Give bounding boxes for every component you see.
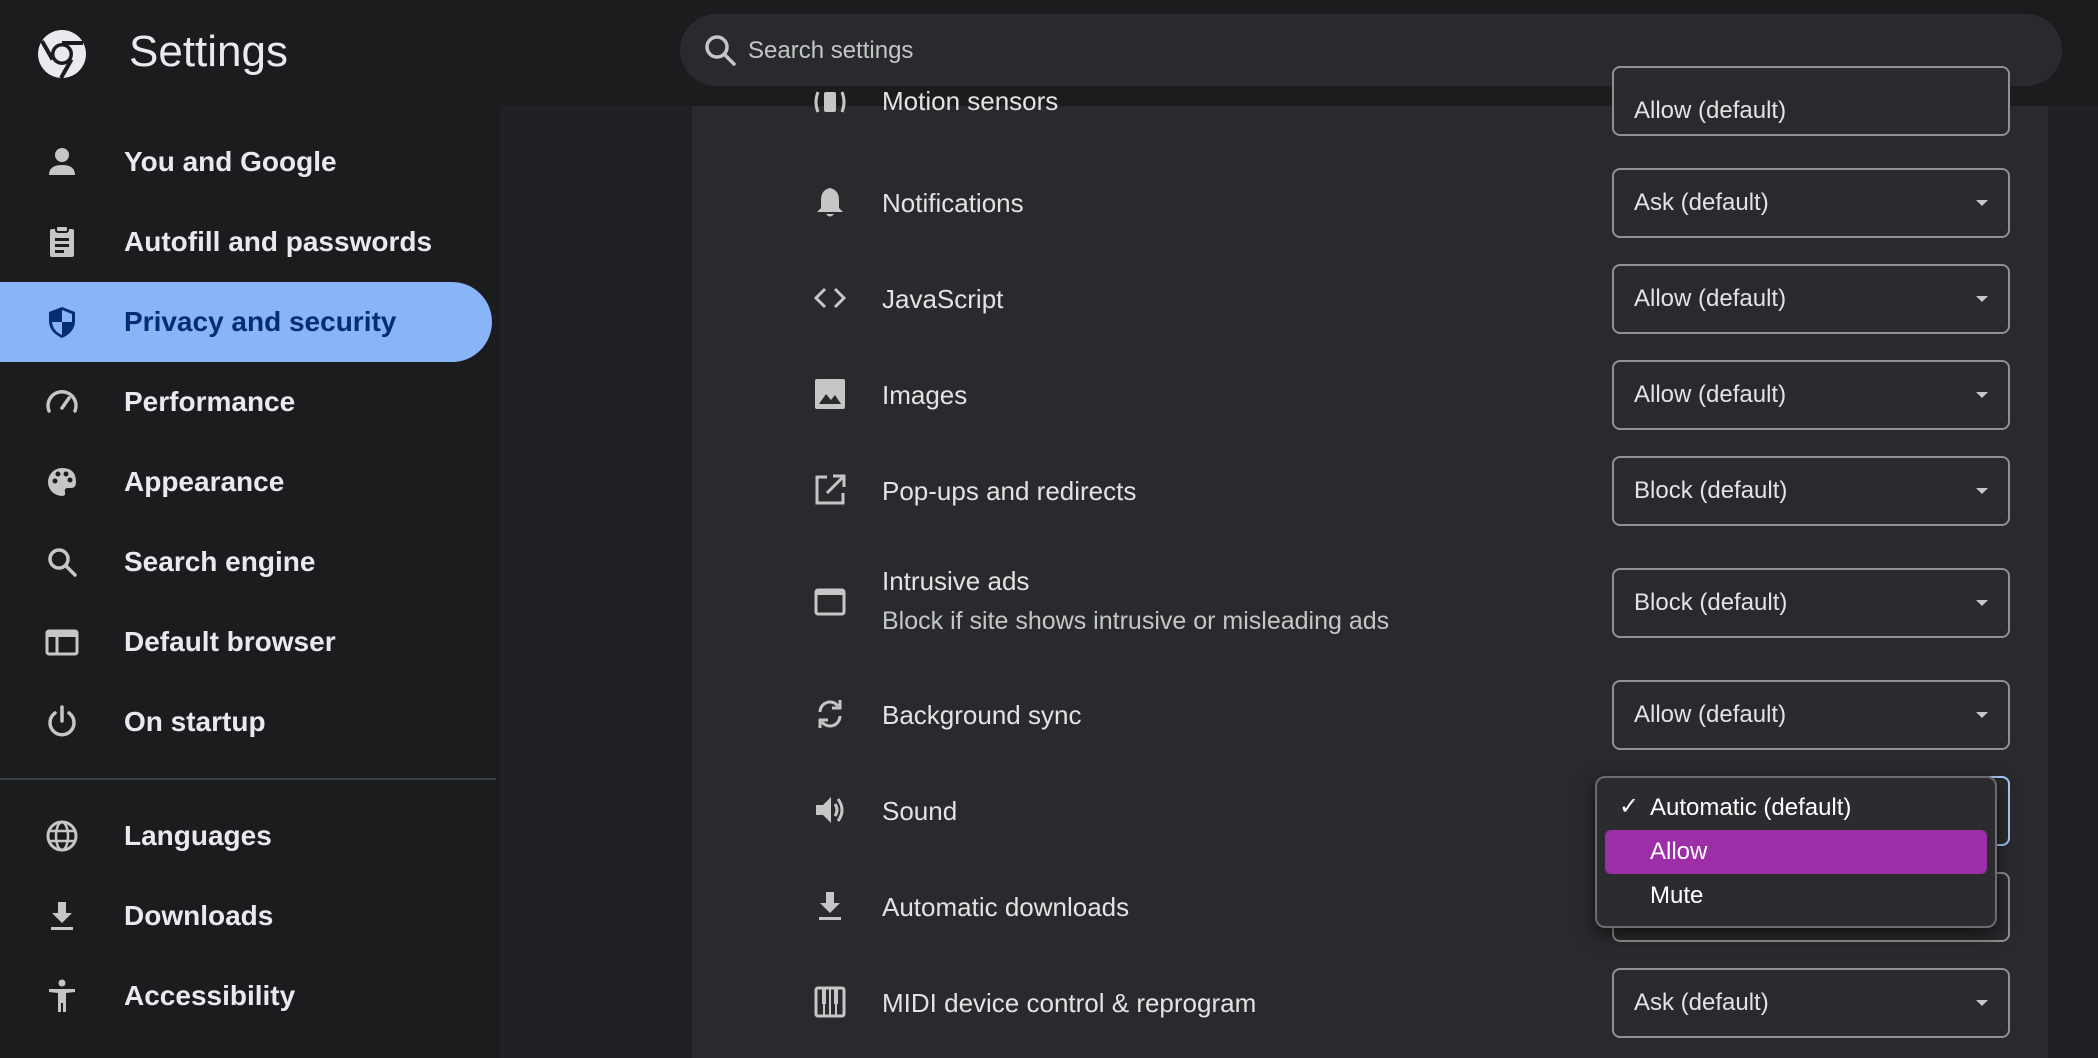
sidebar-item-label: Downloads <box>124 900 274 931</box>
javascript-select[interactable]: Allow (default) <box>1612 264 2010 334</box>
piano-icon <box>814 986 846 1018</box>
setting-row-popups: Pop-ups and redirects Block (default) <box>692 450 2048 534</box>
select-value: Allow (default) <box>1634 285 1787 312</box>
sidebar-divider <box>0 778 496 780</box>
chrome-logo-icon <box>38 30 86 79</box>
popups-select[interactable]: Block (default) <box>1612 456 2010 526</box>
setting-label: Motion sensors <box>882 86 1059 116</box>
sidebar-item-languages[interactable]: Languages <box>0 796 492 876</box>
sidebar-item-autofill[interactable]: Autofill and passwords <box>0 202 492 282</box>
setting-label: Sound <box>882 796 958 826</box>
sidebar-item-label: Privacy and security <box>124 306 397 337</box>
speaker-icon <box>816 797 844 823</box>
dropdown-option-mute[interactable]: Mute <box>1605 874 1987 918</box>
sync-icon <box>818 700 842 728</box>
midi-select[interactable]: Ask (default) <box>1612 968 2010 1038</box>
chevron-down-icon <box>1976 488 1988 494</box>
sidebar-item-label: Autofill and passwords <box>124 226 433 257</box>
browser-window-icon <box>45 629 79 656</box>
chevron-down-icon <box>1976 392 1988 398</box>
image-icon <box>815 379 845 409</box>
clipboard-icon <box>50 225 74 257</box>
search-icon <box>705 35 736 66</box>
notifications-select[interactable]: Ask (default) <box>1612 168 2010 238</box>
sidebar-item-label: Appearance <box>124 466 285 497</box>
setting-row-background-sync: Background sync Allow (default) <box>692 674 2048 758</box>
window-icon <box>814 588 846 616</box>
setting-label: Images <box>882 380 968 410</box>
setting-label: Pop-ups and redirects <box>882 476 1137 506</box>
setting-description: Block if site shows intrusive or mislead… <box>882 607 1390 635</box>
motion-sensors-select[interactable]: Allow (default) <box>1612 66 2010 136</box>
page-title: Settings <box>129 27 288 76</box>
external-link-icon <box>815 474 846 505</box>
select-value: Ask (default) <box>1634 189 1769 216</box>
sidebar: You and Google Autofill and passwords Pr… <box>0 106 500 1058</box>
globe-icon <box>46 820 78 852</box>
code-icon <box>813 287 847 309</box>
accessibility-icon <box>49 979 75 1012</box>
chevron-down-icon <box>1976 1000 1988 1006</box>
sidebar-item-label: Languages <box>124 820 272 851</box>
setting-label: MIDI device control & reprogram <box>882 988 1257 1018</box>
select-value: Allow (default) <box>1634 701 1787 728</box>
download-icon <box>51 902 73 930</box>
sidebar-item-label: On startup <box>124 706 266 737</box>
sidebar-item-appearance[interactable]: Appearance <box>0 442 492 522</box>
sidebar-item-label: You and Google <box>124 146 337 177</box>
setting-row-notifications: Notifications Ask (default) <box>692 162 2048 246</box>
palette-icon <box>48 468 76 496</box>
option-label: Automatic (default) <box>1650 794 1852 821</box>
sidebar-item-default-browser[interactable]: Default browser <box>0 602 492 682</box>
background-sync-select[interactable]: Allow (default) <box>1612 680 2010 750</box>
sidebar-item-label: Default browser <box>124 626 336 657</box>
images-select[interactable]: Allow (default) <box>1612 360 2010 430</box>
speedometer-icon <box>46 390 78 413</box>
sidebar-item-privacy-and-security[interactable]: Privacy and security <box>0 282 492 362</box>
shield-icon <box>49 307 75 338</box>
setting-label: JavaScript <box>882 284 1004 314</box>
chevron-down-icon <box>1976 296 1988 302</box>
setting-label: Automatic downloads <box>882 892 1130 922</box>
search-icon <box>48 548 77 577</box>
sidebar-item-search-engine[interactable]: Search engine <box>0 522 492 602</box>
sidebar-item-you-and-google[interactable]: You and Google <box>0 122 492 202</box>
download-icon <box>819 892 841 920</box>
chevron-down-icon <box>1976 712 1988 718</box>
setting-label: Notifications <box>882 188 1024 218</box>
sidebar-item-on-startup[interactable]: On startup <box>0 682 492 762</box>
select-value: Allow (default) <box>1634 97 1787 124</box>
chevron-down-icon <box>1976 600 1988 606</box>
setting-label: Background sync <box>882 700 1082 730</box>
setting-row-javascript: JavaScript Allow (default) <box>692 258 2048 342</box>
select-value: Ask (default) <box>1634 989 1769 1016</box>
sidebar-item-performance[interactable]: Performance <box>0 362 492 442</box>
setting-row-intrusive-ads: Intrusive ads Block if site shows intrus… <box>692 554 2048 658</box>
setting-label: Intrusive ads <box>882 566 1030 596</box>
setting-row-images: Images Allow (default) <box>692 354 2048 438</box>
dropdown-option-allow[interactable]: Allow <box>1605 830 1987 874</box>
sound-dropdown-menu: ✓ Automatic (default) Allow Mute <box>1595 776 1997 928</box>
sidebar-item-label: Search engine <box>124 546 316 577</box>
power-icon <box>48 705 76 737</box>
setting-row-midi: MIDI device control & reprogram Ask (def… <box>692 962 2048 1046</box>
intrusive-ads-select[interactable]: Block (default) <box>1612 568 2010 638</box>
sidebar-item-label: Accessibility <box>124 980 296 1011</box>
checkmark-icon: ✓ <box>1619 793 1640 820</box>
select-value: Block (default) <box>1634 477 1788 504</box>
motion-sensor-icon <box>814 91 846 113</box>
select-value: Block (default) <box>1634 589 1788 616</box>
sidebar-item-label: Performance <box>124 386 296 417</box>
setting-row-motion-sensors: Motion sensors Allow (default) <box>692 66 2048 136</box>
dropdown-option-automatic[interactable]: ✓ Automatic (default) <box>1605 786 1987 830</box>
option-label: Mute <box>1650 882 1704 909</box>
select-value: Allow (default) <box>1634 381 1787 408</box>
sidebar-item-downloads[interactable]: Downloads <box>0 876 492 956</box>
bell-icon <box>817 188 843 217</box>
person-icon <box>49 148 75 175</box>
option-label: Allow <box>1650 838 1708 865</box>
sidebar-item-accessibility[interactable]: Accessibility <box>0 956 492 1036</box>
chevron-down-icon <box>1976 200 1988 206</box>
